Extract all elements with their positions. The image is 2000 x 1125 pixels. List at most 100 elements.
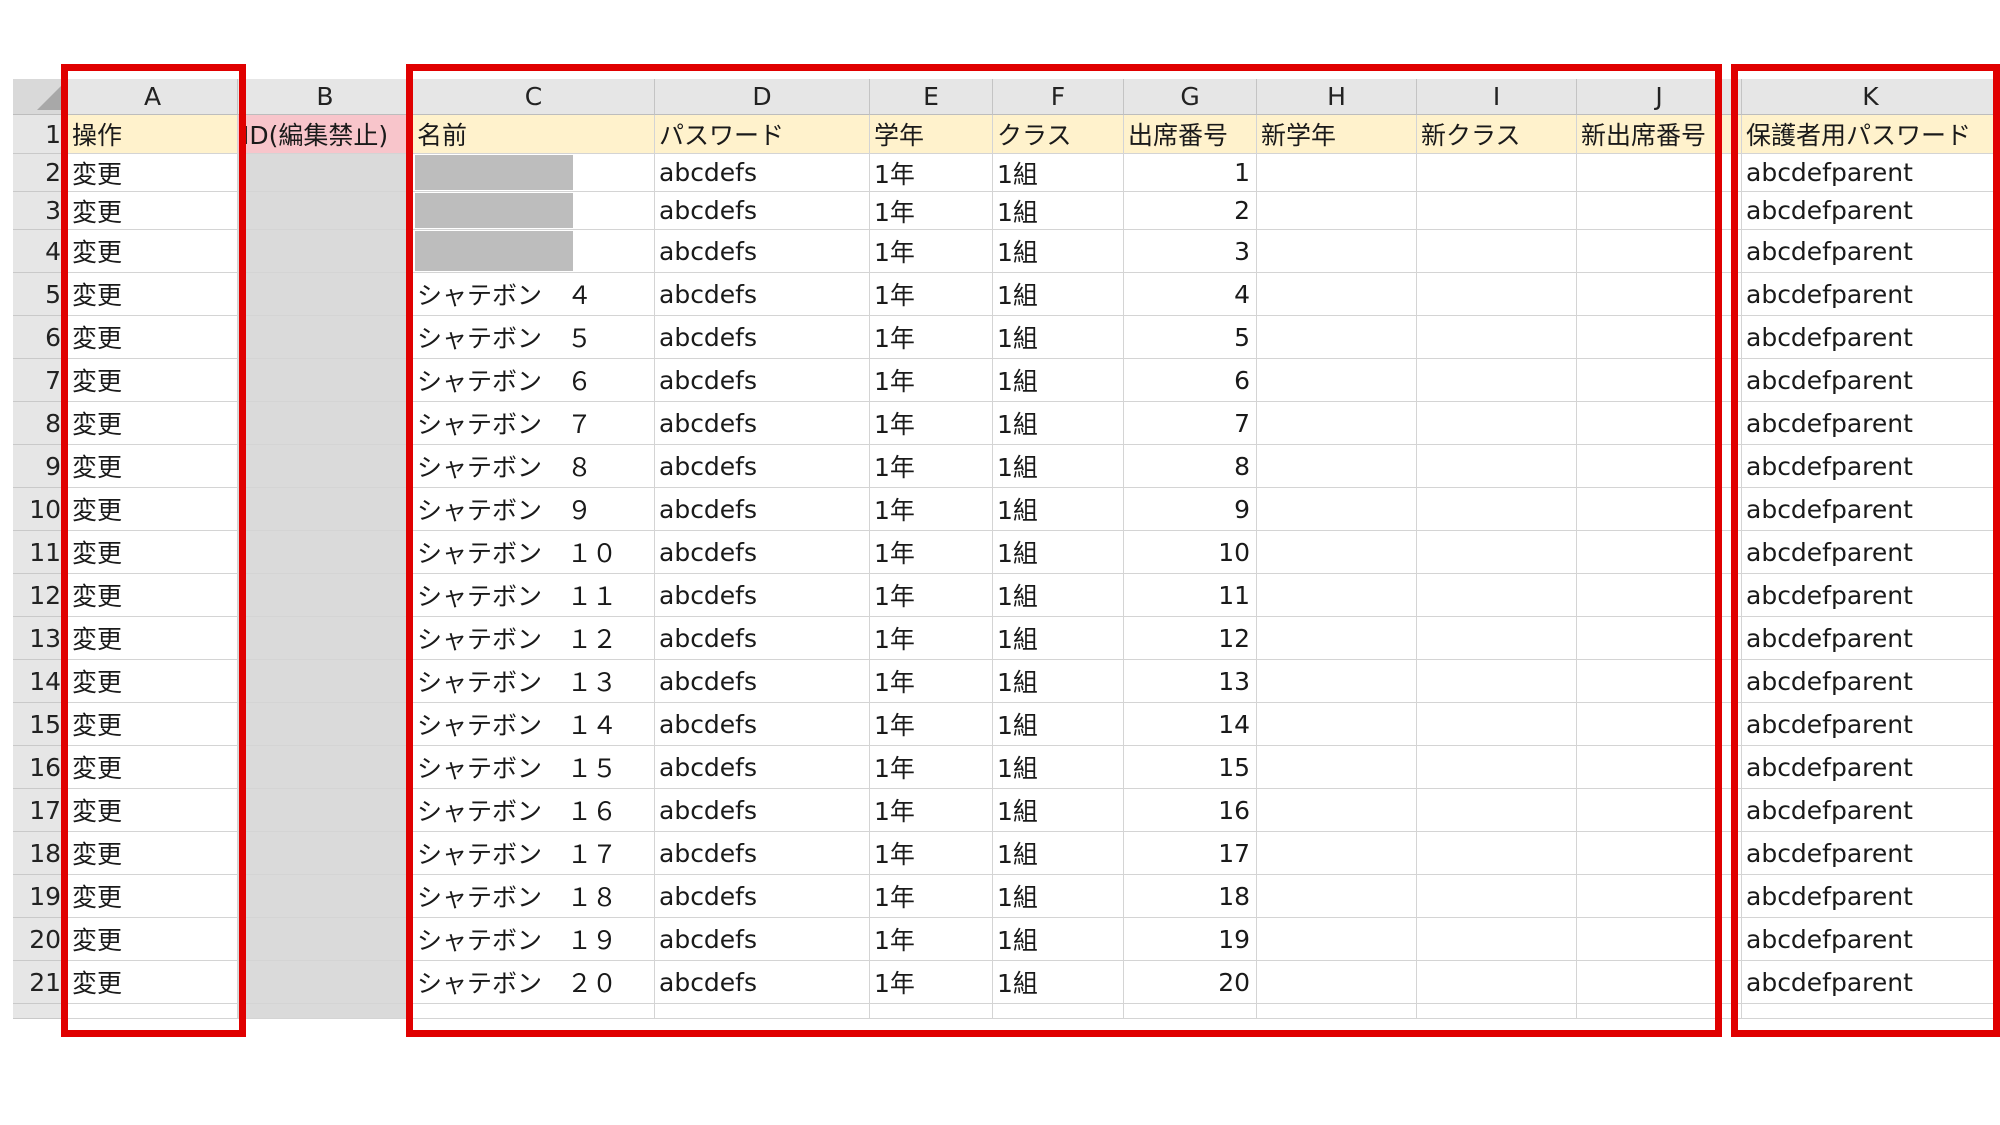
cell-new-grade[interactable] xyxy=(1257,531,1417,574)
cell-attendance[interactable]: 4 xyxy=(1124,273,1257,316)
cell-new-attendance[interactable] xyxy=(1577,402,1742,445)
cell-operation[interactable]: 変更 xyxy=(68,875,238,918)
cell-new-grade[interactable] xyxy=(1257,445,1417,488)
cell-operation[interactable]: 変更 xyxy=(68,961,238,1004)
cell-class[interactable]: 1組 xyxy=(993,488,1124,531)
cell-attendance[interactable]: 19 xyxy=(1124,918,1257,961)
cell-grade[interactable]: 1年 xyxy=(870,273,993,316)
cell-attendance[interactable]: 16 xyxy=(1124,789,1257,832)
cell-attendance[interactable]: 5 xyxy=(1124,316,1257,359)
column-header-d[interactable]: D xyxy=(655,79,870,115)
cell-class[interactable]: 1組 xyxy=(993,832,1124,875)
cell-empty[interactable] xyxy=(413,1004,655,1019)
cell-empty[interactable] xyxy=(1257,1004,1417,1019)
cell-empty[interactable] xyxy=(238,1004,413,1019)
cell-class[interactable]: 1組 xyxy=(993,531,1124,574)
cell-password[interactable]: abcdefs xyxy=(655,359,870,402)
cell-name[interactable]: シャテボン １２ xyxy=(413,617,655,660)
cell-name[interactable]: シャテボン １０ xyxy=(413,531,655,574)
header-cell-h[interactable]: 新学年 xyxy=(1257,115,1417,154)
cell-empty[interactable] xyxy=(1124,1004,1257,1019)
cell-new-grade[interactable] xyxy=(1257,359,1417,402)
cell-parent-password[interactable]: abcdefparent xyxy=(1742,918,2000,961)
cell-new-grade[interactable] xyxy=(1257,703,1417,746)
column-header-b[interactable]: B xyxy=(238,79,413,115)
row-header-18[interactable]: 18 xyxy=(13,832,68,875)
cell-class[interactable]: 1組 xyxy=(993,660,1124,703)
column-header-k[interactable]: K xyxy=(1742,79,2000,115)
cell-new-class[interactable] xyxy=(1417,660,1577,703)
cell-parent-password[interactable]: abcdefparent xyxy=(1742,617,2000,660)
cell-password[interactable]: abcdefs xyxy=(655,445,870,488)
cell-class[interactable]: 1組 xyxy=(993,445,1124,488)
cell-operation[interactable]: 変更 xyxy=(68,154,238,192)
cell-name[interactable]: シャテボン １５ xyxy=(413,746,655,789)
cell-password[interactable]: abcdefs xyxy=(655,832,870,875)
cell-grade[interactable]: 1年 xyxy=(870,402,993,445)
cell-new-class[interactable] xyxy=(1417,617,1577,660)
cell-new-attendance[interactable] xyxy=(1577,961,1742,1004)
cell-new-attendance[interactable] xyxy=(1577,531,1742,574)
cell-new-grade[interactable] xyxy=(1257,961,1417,1004)
cell-attendance[interactable]: 1 xyxy=(1124,154,1257,192)
cell-id[interactable] xyxy=(238,574,413,617)
column-header-a[interactable]: A xyxy=(68,79,238,115)
cell-new-grade[interactable] xyxy=(1257,402,1417,445)
cell-grade[interactable]: 1年 xyxy=(870,617,993,660)
cell-parent-password[interactable]: abcdefparent xyxy=(1742,402,2000,445)
cell-name[interactable]: シャテボン １６ xyxy=(413,789,655,832)
cell-new-attendance[interactable] xyxy=(1577,230,1742,273)
cell-operation[interactable]: 変更 xyxy=(68,488,238,531)
cell-new-grade[interactable] xyxy=(1257,230,1417,273)
cell-grade[interactable]: 1年 xyxy=(870,192,993,230)
header-cell-e[interactable]: 学年 xyxy=(870,115,993,154)
cell-grade[interactable]: 1年 xyxy=(870,746,993,789)
cell-class[interactable]: 1組 xyxy=(993,316,1124,359)
cell-new-grade[interactable] xyxy=(1257,746,1417,789)
cell-grade[interactable]: 1年 xyxy=(870,316,993,359)
cell-name[interactable] xyxy=(413,230,655,273)
cell-password[interactable]: abcdefs xyxy=(655,230,870,273)
cell-password[interactable]: abcdefs xyxy=(655,875,870,918)
cell-password[interactable]: abcdefs xyxy=(655,154,870,192)
cell-password[interactable]: abcdefs xyxy=(655,574,870,617)
cell-operation[interactable]: 変更 xyxy=(68,660,238,703)
cell-id[interactable] xyxy=(238,832,413,875)
cell-new-class[interactable] xyxy=(1417,703,1577,746)
header-cell-d[interactable]: パスワード xyxy=(655,115,870,154)
cell-name[interactable]: シャテボン ４ xyxy=(413,273,655,316)
header-cell-c[interactable]: 名前 xyxy=(413,115,655,154)
cell-name[interactable]: シャテボン １９ xyxy=(413,918,655,961)
cell-grade[interactable]: 1年 xyxy=(870,961,993,1004)
cell-new-grade[interactable] xyxy=(1257,875,1417,918)
row-header-16[interactable]: 16 xyxy=(13,746,68,789)
cell-new-class[interactable] xyxy=(1417,488,1577,531)
cell-name[interactable]: シャテボン １４ xyxy=(413,703,655,746)
cell-parent-password[interactable]: abcdefparent xyxy=(1742,531,2000,574)
cell-class[interactable]: 1組 xyxy=(993,789,1124,832)
cell-operation[interactable]: 変更 xyxy=(68,574,238,617)
row-header-15[interactable]: 15 xyxy=(13,703,68,746)
cell-parent-password[interactable]: abcdefparent xyxy=(1742,832,2000,875)
cell-new-grade[interactable] xyxy=(1257,789,1417,832)
cell-new-grade[interactable] xyxy=(1257,617,1417,660)
cell-name[interactable]: シャテボン ９ xyxy=(413,488,655,531)
cell-name[interactable] xyxy=(413,154,655,192)
cell-grade[interactable]: 1年 xyxy=(870,574,993,617)
cell-parent-password[interactable]: abcdefparent xyxy=(1742,574,2000,617)
cell-id[interactable] xyxy=(238,488,413,531)
select-all-corner[interactable] xyxy=(13,79,68,115)
cell-name[interactable]: シャテボン ８ xyxy=(413,445,655,488)
cell-new-class[interactable] xyxy=(1417,316,1577,359)
cell-new-grade[interactable] xyxy=(1257,832,1417,875)
row-header-14[interactable]: 14 xyxy=(13,660,68,703)
cell-new-class[interactable] xyxy=(1417,402,1577,445)
row-header-19[interactable]: 19 xyxy=(13,875,68,918)
cell-attendance[interactable]: 2 xyxy=(1124,192,1257,230)
cell-id[interactable] xyxy=(238,531,413,574)
cell-name[interactable]: シャテボン ５ xyxy=(413,316,655,359)
cell-operation[interactable]: 変更 xyxy=(68,918,238,961)
cell-class[interactable]: 1組 xyxy=(993,918,1124,961)
cell-name[interactable]: シャテボン ６ xyxy=(413,359,655,402)
cell-id[interactable] xyxy=(238,746,413,789)
